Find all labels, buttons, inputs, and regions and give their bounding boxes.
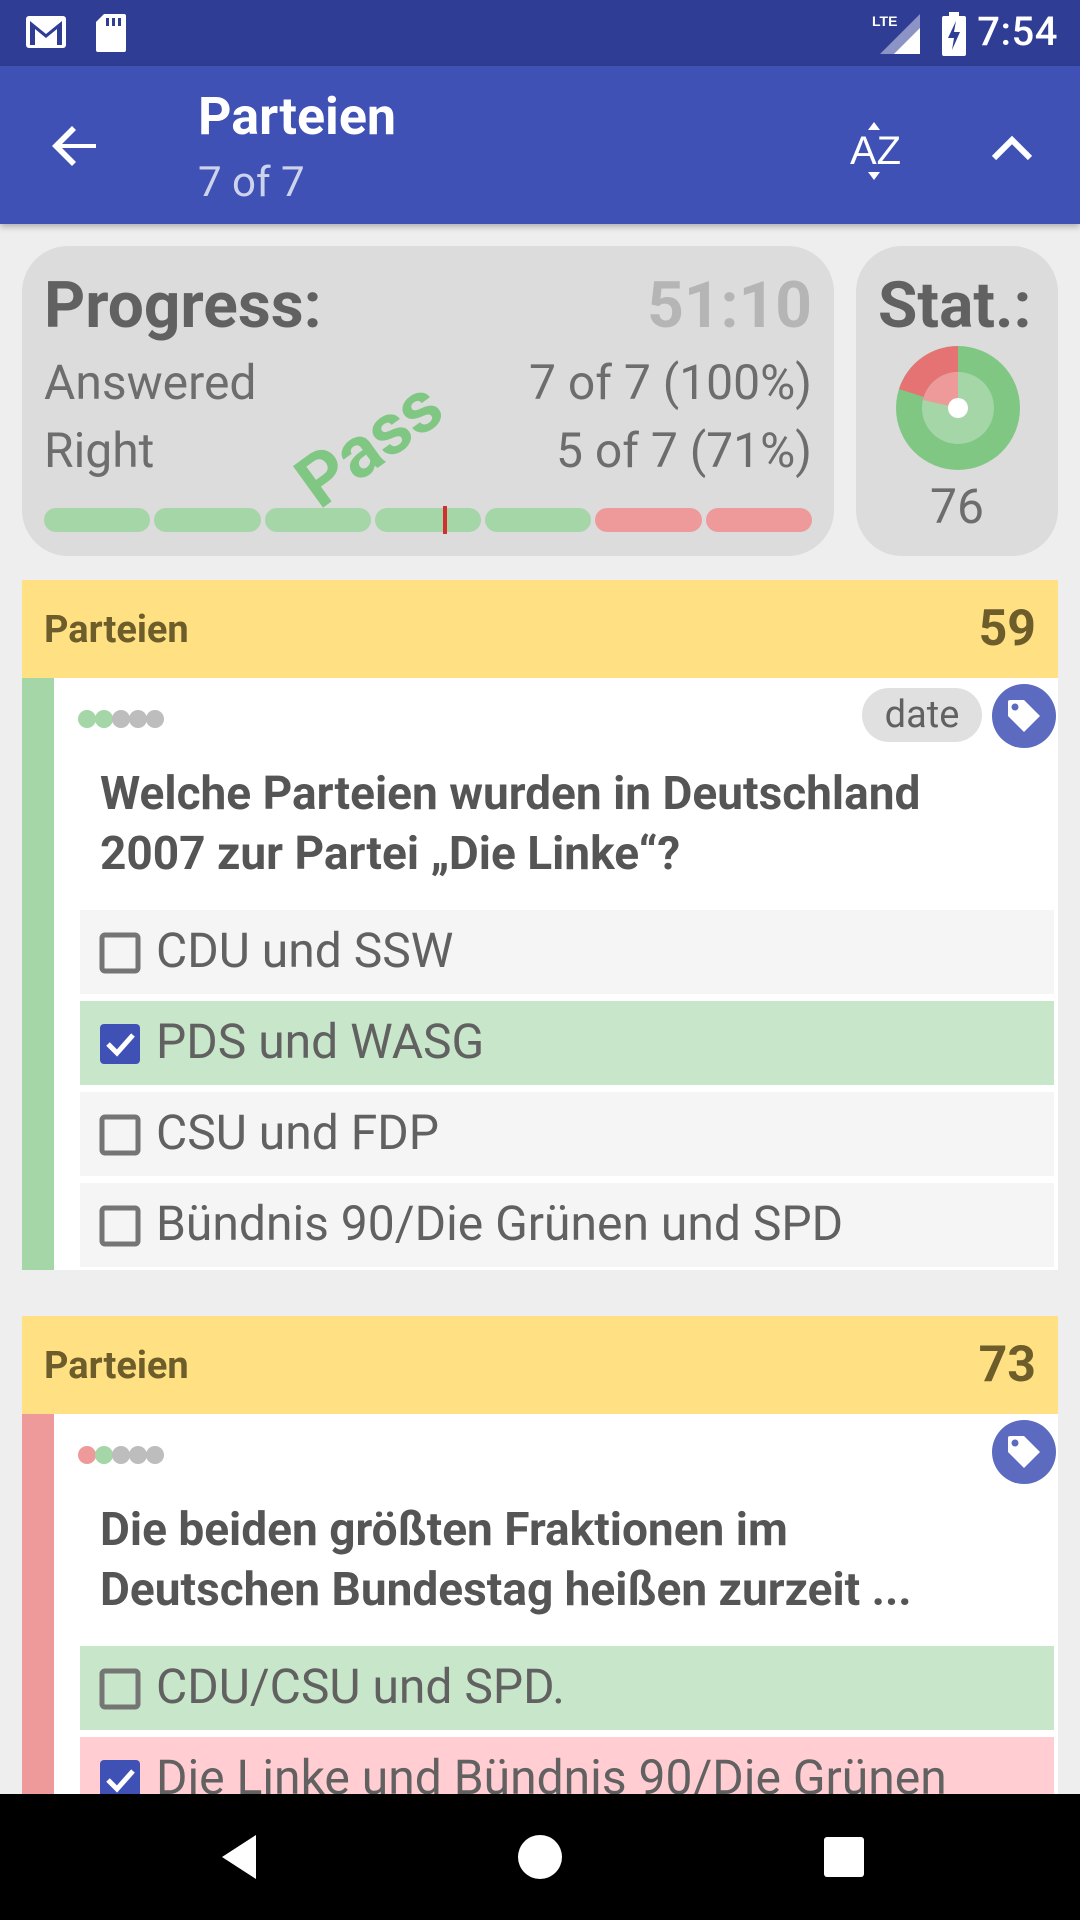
history-dot (78, 710, 96, 728)
svg-text:LTE: LTE (872, 13, 897, 29)
pass-stamp: Pass (280, 362, 459, 525)
progress-segment-right (485, 508, 592, 532)
question-card: date Welche Parteien wurden in Deutschla… (22, 678, 1058, 1270)
answered-value: 7 of 7 (100%) (529, 354, 812, 411)
svg-text:AZ: AZ (850, 129, 901, 173)
stat-title: Stat.: (878, 268, 1032, 343)
history-dots (78, 710, 164, 728)
tag-chip[interactable]: date (862, 688, 982, 742)
clock: 7:54 (977, 8, 1058, 55)
stat-value: 76 (930, 478, 984, 535)
progress-segment-wrong (595, 508, 702, 532)
answer-label: Die Linke und Bündnis 90/Die Grünen (156, 1749, 947, 1794)
answer-label: PDS und WASG (156, 1013, 485, 1070)
history-dot (95, 710, 113, 728)
question-number: 59 (978, 600, 1036, 658)
history-dot (95, 1446, 113, 1464)
sort-az-icon[interactable]: AZ (846, 114, 918, 186)
question-text-line: Deutschen Bundestag heißen zurzeit ... (100, 1563, 912, 1617)
chevron-up-icon[interactable] (980, 118, 1044, 182)
sd-card-icon (96, 14, 126, 52)
answer-option[interactable]: PDS und WASG (80, 1001, 1054, 1085)
page-title: Parteien (198, 86, 397, 147)
status-bar: LTE 7:54 (0, 0, 1080, 66)
checkbox-unchecked-icon[interactable] (98, 1203, 142, 1247)
app-bar: Parteien 7 of 7 AZ (0, 66, 1080, 224)
checkbox-checked-icon[interactable] (98, 1021, 142, 1065)
tag-icon[interactable] (992, 1420, 1056, 1484)
answer-option[interactable]: CSU und FDP (80, 1092, 1054, 1176)
system-nav-bar (0, 1794, 1080, 1920)
question-header: Parteien 59 (22, 580, 1058, 678)
gmail-icon (26, 16, 66, 48)
question-category: Parteien (44, 608, 189, 652)
history-dot (146, 710, 164, 728)
timer: 51:10 (647, 268, 812, 343)
back-triangle-icon[interactable] (212, 1827, 272, 1887)
right-value: 5 of 7 (71%) (556, 422, 812, 479)
stat-donut-chart (896, 346, 1020, 470)
lte-signal-icon: LTE (872, 13, 920, 54)
answer-label: CSU und FDP (156, 1104, 440, 1161)
question-text-line: Die beiden größten Fraktionen im (100, 1503, 788, 1557)
answer-option[interactable]: CDU/CSU und SPD. (80, 1646, 1054, 1730)
question-number: 73 (978, 1336, 1036, 1394)
history-dot (129, 1446, 147, 1464)
history-dot (78, 1446, 96, 1464)
home-circle-icon[interactable] (510, 1827, 570, 1887)
progress-segment-right (44, 508, 151, 532)
history-dots (78, 1446, 164, 1464)
stat-card[interactable]: Stat.: 76 (856, 246, 1058, 556)
answer-label: CDU/CSU und SPD. (156, 1658, 565, 1715)
pass-threshold-marker (443, 506, 448, 534)
question-card: Die beiden größten Fraktionen im Deutsch… (22, 1414, 1058, 1794)
history-dot (146, 1446, 164, 1464)
page-subtitle: 7 of 7 (198, 158, 305, 207)
answer-label: Bündnis 90/Die Grünen und SPD (156, 1195, 844, 1252)
answered-label: Answered (44, 354, 257, 411)
history-dot (129, 710, 147, 728)
progress-segment-right (264, 508, 371, 532)
progress-bar (44, 506, 812, 534)
result-stripe (22, 1414, 54, 1794)
question-text: Die beiden größten Fraktionen im Deutsch… (100, 1500, 1030, 1620)
progress-segment-right (374, 508, 482, 532)
answer-option[interactable]: Bündnis 90/Die Grünen und SPD (80, 1183, 1054, 1267)
answer-option[interactable]: CDU und SSW (80, 910, 1054, 994)
right-label: Right (44, 422, 155, 479)
progress-title: Progress: (44, 268, 322, 343)
question-category: Parteien (44, 1344, 189, 1388)
progress-segment-wrong (705, 508, 812, 532)
checkbox-unchecked-icon[interactable] (98, 1112, 142, 1156)
progress-card[interactable]: Progress: 51:10 Answered 7 of 7 (100%) R… (22, 246, 834, 556)
answer-option[interactable]: Die Linke und Bündnis 90/Die Grünen (80, 1737, 1054, 1794)
question-text-line: 2007 zur Partei „Die Linke“? (100, 827, 681, 881)
answer-label: CDU und SSW (156, 922, 454, 979)
progress-segment-right (154, 508, 261, 532)
checkbox-checked-icon[interactable] (98, 1757, 142, 1794)
history-dot (112, 710, 130, 728)
tag-icon[interactable] (992, 684, 1056, 748)
recents-square-icon[interactable] (814, 1827, 874, 1887)
result-stripe (22, 678, 54, 1270)
arrow-back-icon[interactable] (44, 114, 108, 178)
question-text-line: Welche Parteien wurden in Deutschland (100, 767, 921, 821)
history-dot (112, 1446, 130, 1464)
question-text: Welche Parteien wurden in Deutschland 20… (100, 764, 1030, 884)
question-header: Parteien 73 (22, 1316, 1058, 1414)
checkbox-unchecked-icon[interactable] (98, 930, 142, 974)
battery-charging-icon (942, 12, 966, 56)
checkbox-unchecked-icon[interactable] (98, 1666, 142, 1710)
